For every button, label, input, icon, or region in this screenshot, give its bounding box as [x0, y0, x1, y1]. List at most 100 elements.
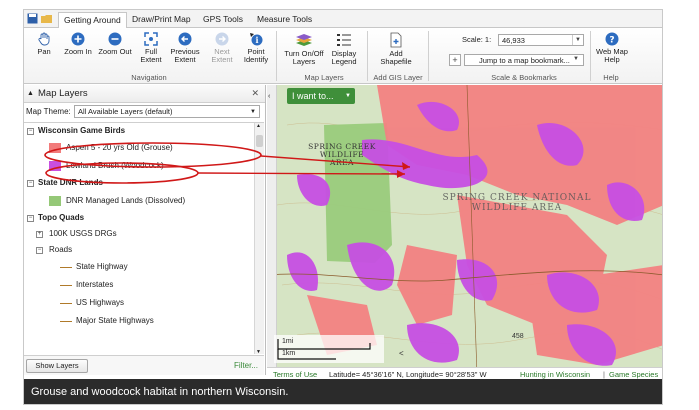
identify-icon: i [250, 33, 263, 46]
web-map-help-button[interactable]: ? Web Map Help [594, 32, 630, 64]
collapse-toggle[interactable]: − [27, 215, 34, 222]
panel-collapse-tab[interactable]: ‹ [267, 85, 277, 375]
next-extent-icon [215, 32, 229, 46]
web-map-app: Getting Around Draw/Print Map GPS Tools … [23, 9, 663, 405]
full-extent-button[interactable]: Full Extent [138, 32, 164, 64]
layer-usgs-drgs[interactable]: 100K USGS DRGs [49, 229, 117, 238]
previous-extent-icon [178, 32, 192, 46]
chevron-down-icon: ▼ [345, 93, 351, 99]
road-line-swatch [60, 303, 72, 304]
previous-extent-button[interactable]: Previous Extent [168, 32, 202, 64]
layer-us-highways[interactable]: US Highways [76, 298, 124, 307]
scroll-down-icon[interactable]: ▼ [256, 349, 261, 354]
map-layers-title: Map Layers [38, 88, 88, 99]
road-line-swatch [60, 267, 72, 268]
image-caption: Grouse and woodcock habitat in northern … [24, 379, 662, 404]
help-icon: ? [605, 32, 619, 46]
previous-extent-label: Previous Extent [170, 47, 200, 64]
group-navigation-label: Navigation [131, 73, 167, 82]
road-line-swatch [60, 321, 72, 322]
layers-icon [296, 34, 312, 46]
bookmark-dropdown-icon: ▼ [573, 56, 579, 62]
layer-dnr-managed[interactable]: DNR Managed Lands (Dissolved) [66, 196, 185, 205]
scale-mi-label: 1mi [282, 338, 294, 345]
scroll-up-icon[interactable]: ▲ [256, 123, 261, 129]
ribbon-separator [367, 31, 368, 81]
map-theme-select[interactable]: All Available Layers (default) ▼ [74, 105, 260, 118]
full-extent-icon [144, 32, 158, 46]
collapse-toggle[interactable]: − [27, 128, 34, 135]
web-map-help-label: Web Map Help [596, 47, 628, 64]
scale-label: Scale: 1: [462, 35, 492, 44]
collapse-toggle[interactable]: − [27, 180, 34, 187]
hand-icon [38, 32, 50, 46]
svg-text:?: ? [609, 36, 614, 46]
layer-major-state-highways[interactable]: Major State Highways [76, 316, 154, 325]
i-want-to-label: I want to... [292, 91, 334, 101]
topo-map-image [267, 85, 662, 375]
next-extent-button[interactable]: Next Extent [208, 32, 236, 64]
layer-interstates[interactable]: Interstates [76, 280, 113, 289]
ribbon-separator [590, 31, 591, 81]
layer-lowland-woodcock[interactable]: Lowland Brush (Woodcock) [66, 161, 164, 170]
panel-footer: Show Layers Filter... [24, 355, 264, 375]
map-theme-label: Map Theme: [26, 107, 71, 116]
scale-dropdown[interactable]: ▼ [572, 35, 583, 45]
group-add-gis-label: Add GIS Layer [373, 73, 423, 82]
ribbon-tab-strip: Getting Around Draw/Print Map GPS Tools … [24, 10, 662, 28]
layer-state-highway[interactable]: State Highway [76, 262, 128, 271]
layer-aspen-grouse[interactable]: Aspen 5 - 20 yrs Old (Grouse) [66, 143, 173, 152]
map-layers-header: ▲ Map Layers ✕ [24, 85, 265, 103]
layer-group-dnr-lands[interactable]: State DNR Lands [38, 178, 103, 187]
ribbon: Pan Zoom In Zoom Out Full Extent Previou… [24, 28, 662, 84]
add-bookmark-button[interactable]: + [449, 54, 461, 66]
pan-button[interactable]: Pan [30, 32, 58, 56]
display-legend-button[interactable]: Display Legend [326, 32, 362, 66]
tab-measure-tools[interactable]: Measure Tools [252, 12, 317, 28]
scale-km-label: 1km [282, 350, 296, 357]
svg-text:i: i [255, 35, 258, 45]
tab-gps-tools[interactable]: GPS Tools [198, 12, 248, 28]
layer-group-topo-quads[interactable]: Topo Quads [38, 213, 84, 222]
add-shapefile-button[interactable]: Add Shapefile [376, 32, 416, 66]
ribbon-separator [428, 31, 429, 81]
group-map-layers-label: Map Layers [304, 73, 344, 82]
save-icon[interactable] [27, 13, 38, 24]
legend-icon [337, 34, 351, 46]
point-identify-button[interactable]: i Point Identify [241, 32, 271, 64]
next-extent-label: Next Extent [211, 47, 233, 64]
map-spot-height: 458 [512, 333, 524, 340]
add-shapefile-label: Add Shapefile [380, 49, 412, 66]
pan-label: Pan [37, 47, 51, 56]
i-want-to-menu[interactable]: I want to... ▼ [287, 88, 355, 104]
collapse-panel-icon[interactable]: ▲ [27, 85, 34, 102]
road-line-swatch [60, 285, 72, 286]
layer-tree-scrollbar[interactable]: ▲ ▼ [254, 123, 264, 354]
zoom-out-button[interactable]: Zoom Out [97, 32, 133, 56]
show-layers-button[interactable]: Show Layers [26, 359, 88, 373]
ribbon-separator [276, 31, 277, 81]
aspen-swatch [49, 143, 61, 153]
filter-link[interactable]: Filter... [234, 361, 258, 370]
collapse-toggle[interactable]: − [36, 247, 43, 254]
map-view[interactable]: SPRING CREEK WILDLIFE AREA SPRING CREEK … [267, 85, 662, 375]
zoom-in-label: Zoom In [64, 47, 92, 56]
chevron-left-icon[interactable]: < [399, 349, 404, 358]
layer-roads[interactable]: Roads [49, 245, 72, 254]
bookmark-select[interactable]: Jump to a map bookmark... [464, 54, 584, 66]
turn-on-off-layers-button[interactable]: Turn On/Off Layers [284, 32, 324, 66]
full-extent-label: Full Extent [140, 47, 162, 64]
group-scale-bookmarks-label: Scale & Bookmarks [491, 73, 557, 82]
close-icon[interactable]: ✕ [251, 85, 259, 102]
chevron-left-icon: ‹ [268, 93, 271, 100]
display-legend-label: Display Legend [331, 49, 357, 66]
expand-toggle[interactable]: + [36, 231, 43, 238]
layer-group-game-birds[interactable]: Wisconsin Game Birds [38, 126, 125, 135]
point-identify-label: Point Identify [243, 47, 269, 64]
tab-draw-print-map[interactable]: Draw/Print Map [127, 12, 196, 28]
tab-getting-around[interactable]: Getting Around [58, 12, 127, 28]
folder-icon[interactable] [41, 13, 52, 24]
zoom-in-button[interactable]: Zoom In [62, 32, 94, 56]
scrollbar-thumb[interactable] [256, 135, 263, 147]
dnr-swatch [49, 196, 61, 206]
